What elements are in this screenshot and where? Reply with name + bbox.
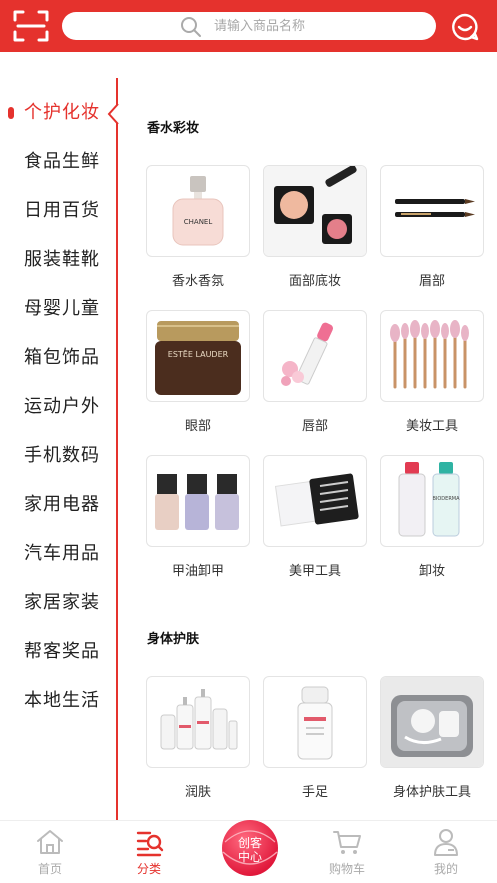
category-tile-perfume[interactable]: CHANEL [146,165,250,257]
nail-polish-image [155,474,239,530]
sidebar-item-sports[interactable]: 运动户外 [24,392,114,422]
brow-pencil-image [395,199,475,217]
category-tile-tools[interactable] [380,310,484,402]
user-icon [434,829,458,856]
nav-label: 我的 [433,862,458,876]
sidebar-item-bags[interactable]: 箱包饰品 [24,343,114,373]
perfume-brand-text: CHANEL [184,218,213,226]
category-tile-nail-tools[interactable] [263,455,367,547]
category-tile-face[interactable] [263,165,367,257]
sidebar-item-local[interactable]: 本地生活 [24,686,114,716]
category-tile-eye[interactable]: ESTĒE LAUDER [146,310,250,402]
nav-label: 分类 [136,862,161,876]
sidebar-item-digital[interactable]: 手机数码 [24,441,114,471]
tile-label: 美甲工具 [288,564,341,579]
section-title: 香水彩妆 [147,121,200,136]
body-lotion-image [160,689,238,750]
top-header [0,0,497,52]
scan-icon[interactable] [12,8,50,44]
maker-center-label: 创客 中心 [222,836,278,864]
search-bar[interactable] [62,12,436,40]
tile-label: 香水香氛 [171,274,224,289]
sidebar-item-home[interactable]: 家居家装 [24,588,114,618]
tile-label: 唇部 [301,419,328,434]
perfume-image: CHANEL [172,176,224,246]
face-makeup-image [264,166,366,256]
sidebar-item-clothing[interactable]: 服装鞋靴 [24,245,114,275]
nav-cart[interactable]: 购物车 [307,821,387,883]
eye-cream-image: ESTĒE LAUDER [155,321,241,395]
category-tile-body-lotion[interactable] [146,676,250,768]
nav-me[interactable]: 我的 [406,821,486,883]
hand-cream-image [297,686,333,760]
cart-icon [333,831,361,854]
sidebar-item-food[interactable]: 食品生鲜 [24,147,114,177]
category-tile-brow[interactable] [380,165,484,257]
nav-home[interactable]: 首页 [10,821,90,883]
sidebar-item-daily-goods[interactable]: 日用百货 [24,196,114,226]
message-icon[interactable] [450,12,480,42]
tile-label: 眼部 [184,419,211,434]
active-dot [8,107,14,119]
tile-label: 身体护肤工具 [392,785,471,800]
makeup-remover-image: BIODERMA [398,462,460,537]
nav-label: 购物车 [328,862,365,876]
tile-label: 眉部 [418,274,445,289]
nav-category[interactable]: 分类 [109,821,189,883]
body-tools-image [381,677,483,767]
sidebar-divider [116,78,118,820]
tile-label: 甲油卸甲 [171,564,224,579]
tile-label: 卸妆 [418,564,445,579]
category-tile-lip[interactable] [263,310,367,402]
category-tile-remover[interactable]: BIODERMA [380,455,484,547]
sidebar-item-appliances[interactable]: 家用电器 [24,490,114,520]
sidebar-item-prizes[interactable]: 帮客奖品 [24,637,114,667]
category-icon [136,831,164,857]
nav-label: 首页 [37,862,62,876]
makeup-brushes-image [390,320,469,389]
sidebar-item-auto[interactable]: 汽车用品 [24,539,114,569]
center-line1: 创客 [237,836,262,850]
sidebar-item-baby[interactable]: 母婴儿童 [24,294,114,324]
section-title: 身体护肤 [147,632,200,647]
tile-label: 面部底妆 [288,274,341,289]
search-input[interactable] [214,12,424,40]
nail-tools-image [274,473,359,527]
sidebar-item-personal-care[interactable]: 个护化妆 [24,98,114,128]
category-tile-hand-foot[interactable] [263,676,367,768]
category-tile-body-tools[interactable] [380,676,484,768]
tile-label: 润肤 [184,785,211,800]
category-tile-nail-polish[interactable] [146,455,250,547]
home-icon [37,830,63,854]
search-icon [181,17,201,37]
tile-label: 手足 [301,785,328,800]
eye-cream-brand-text: ESTĒE LAUDER [168,349,229,359]
tile-label: 美妆工具 [405,419,458,434]
lipstick-image [281,322,334,386]
remover-brand-text: BIODERMA [432,496,460,502]
center-line2: 中心 [237,850,262,864]
